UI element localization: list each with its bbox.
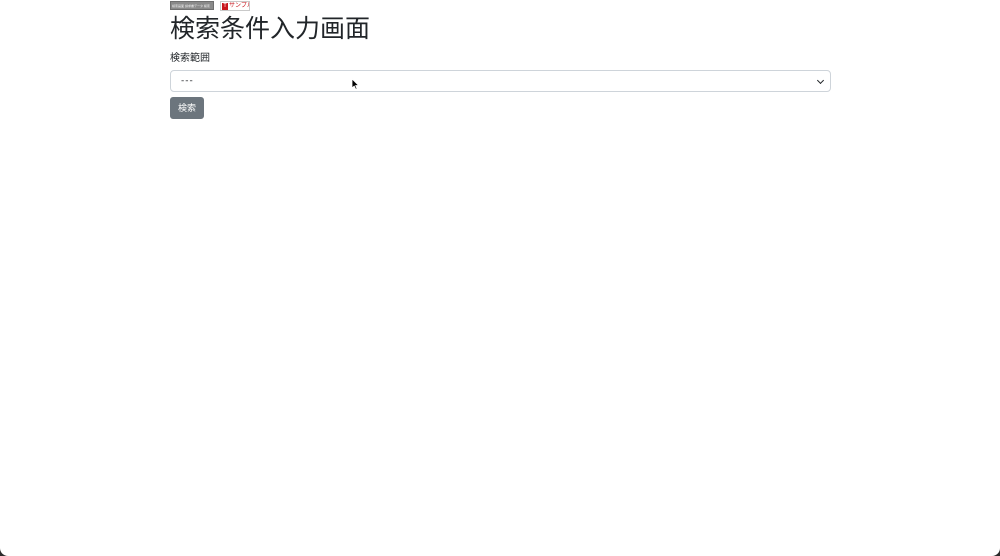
search-button[interactable]: 検索	[170, 97, 204, 119]
banner-image-left[interactable]: 検索画面 請求書データ 検索	[170, 1, 214, 10]
search-scope-label: 検索範囲	[170, 53, 210, 64]
mouse-pointer-icon	[351, 78, 359, 90]
chevron-down-icon	[816, 76, 825, 85]
search-scope-select[interactable]: ---	[170, 70, 831, 92]
banner-left-text: 検索画面 請求書データ 検索	[172, 4, 210, 8]
banner-right-text: サンプル	[229, 2, 249, 9]
browser-page: 検索画面 請求書データ 検索 T サンプル 検索条件入力画面 検索範囲 --- …	[0, 0, 1000, 556]
banner-logo-icon: T	[222, 2, 228, 10]
main-container: 検索画面 請求書データ 検索 T サンプル 検索条件入力画面 検索範囲 --- …	[170, 0, 831, 119]
page-title: 検索条件入力画面	[170, 14, 371, 43]
search-scope-selected-value: ---	[181, 75, 194, 86]
header-banners: 検索画面 請求書データ 検索 T サンプル	[170, 1, 831, 13]
search-scope-field: ---	[170, 70, 831, 92]
banner-image-right[interactable]: T サンプル	[220, 1, 250, 11]
